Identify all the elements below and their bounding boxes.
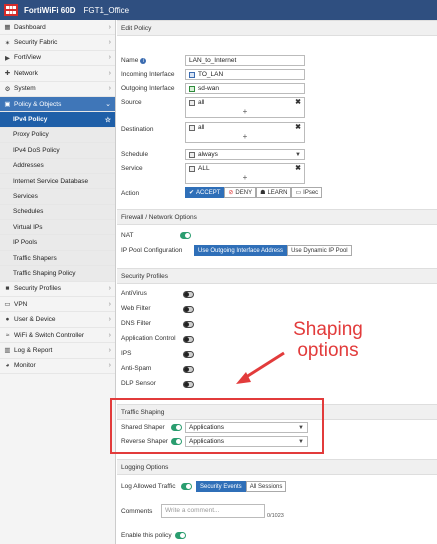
- annotation-arrow-icon: [236, 351, 285, 384]
- annotation-text-line1: Shaping: [293, 319, 363, 340]
- annotation-text-line2: options: [297, 340, 359, 361]
